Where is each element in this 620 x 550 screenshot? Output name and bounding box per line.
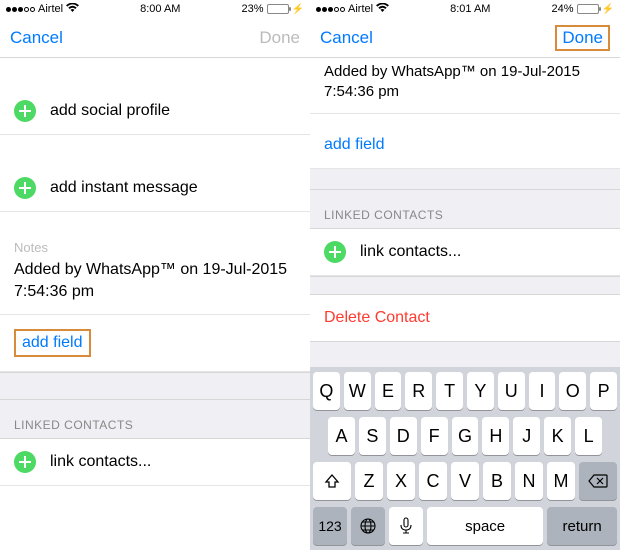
- nav-bar: Cancel Done: [0, 18, 310, 58]
- key-g[interactable]: G: [452, 417, 479, 455]
- cancel-button[interactable]: Cancel: [320, 28, 373, 48]
- status-bar: Airtel 8:00 AM 23% ⚡: [0, 0, 310, 18]
- carrier-label: Airtel: [38, 3, 63, 15]
- plus-icon: [14, 451, 36, 473]
- done-button[interactable]: Done: [562, 28, 603, 47]
- key-a[interactable]: A: [328, 417, 355, 455]
- highlight-annotation: add field: [14, 329, 91, 357]
- key-k[interactable]: K: [544, 417, 571, 455]
- key-j[interactable]: J: [513, 417, 540, 455]
- keyboard: Q W E R T Y U I O P A S D F G H J K L: [310, 367, 620, 550]
- notes-field[interactable]: Notes Added by WhatsApp™ on 19-Jul-2015 …: [0, 232, 310, 315]
- key-r[interactable]: R: [405, 372, 432, 410]
- key-b[interactable]: B: [483, 462, 511, 500]
- cancel-button[interactable]: Cancel: [10, 28, 63, 48]
- charging-icon: ⚡: [292, 4, 304, 15]
- charging-icon: ⚡: [602, 4, 614, 15]
- key-w[interactable]: W: [344, 372, 371, 410]
- row-label: link contacts...: [50, 453, 151, 471]
- key-q[interactable]: Q: [313, 372, 340, 410]
- add-field-button[interactable]: add field: [22, 334, 83, 351]
- mic-icon: [400, 517, 412, 535]
- key-i[interactable]: I: [529, 372, 556, 410]
- wifi-icon: [66, 3, 79, 16]
- notes-text[interactable]: Added by WhatsApp™ on 19-Jul-2015 7:54:3…: [310, 58, 620, 114]
- status-right: 24% ⚡: [552, 3, 614, 15]
- add-social-profile-row[interactable]: add social profile: [0, 88, 310, 135]
- key-dictation[interactable]: [389, 507, 423, 545]
- battery-icon: [267, 4, 289, 14]
- nav-bar: Cancel Done: [310, 18, 620, 58]
- key-return[interactable]: return: [547, 507, 617, 545]
- key-l[interactable]: L: [575, 417, 602, 455]
- key-x[interactable]: X: [387, 462, 415, 500]
- contact-edit-content: Added by WhatsApp™ on 19-Jul-2015 7:54:3…: [310, 58, 620, 550]
- key-t[interactable]: T: [436, 372, 463, 410]
- key-e[interactable]: E: [375, 372, 402, 410]
- wifi-icon: [376, 3, 389, 16]
- plus-icon: [14, 100, 36, 122]
- linked-contacts-header: LINKED CONTACTS: [310, 189, 620, 228]
- status-right: 23% ⚡: [242, 3, 304, 15]
- link-contacts-row[interactable]: link contacts...: [310, 228, 620, 276]
- key-z[interactable]: Z: [355, 462, 383, 500]
- keyboard-row-3: Z X C V B N M: [313, 462, 617, 500]
- plus-icon: [14, 177, 36, 199]
- backspace-icon: [588, 474, 608, 488]
- delete-contact-label: Delete Contact: [324, 309, 430, 326]
- signal-icon: [316, 7, 345, 12]
- screen-right: Airtel 8:01 AM 24% ⚡ Cancel Done Added b…: [310, 0, 620, 550]
- battery-pct: 23%: [242, 3, 264, 15]
- linked-contacts-header: LINKED CONTACTS: [0, 400, 310, 438]
- key-p[interactable]: P: [590, 372, 617, 410]
- key-y[interactable]: Y: [467, 372, 494, 410]
- keyboard-row-2: A S D F G H J K L: [313, 417, 617, 455]
- add-instant-message-row[interactable]: add instant message: [0, 165, 310, 212]
- key-n[interactable]: N: [515, 462, 543, 500]
- key-123[interactable]: 123: [313, 507, 347, 545]
- add-field-button[interactable]: add field: [324, 136, 385, 153]
- status-bar: Airtel 8:01 AM 24% ⚡: [310, 0, 620, 18]
- row-label: link contacts...: [360, 243, 461, 261]
- key-backspace[interactable]: [579, 462, 617, 500]
- status-left: Airtel: [6, 3, 79, 16]
- key-s[interactable]: S: [359, 417, 386, 455]
- key-c[interactable]: C: [419, 462, 447, 500]
- row-label: add instant message: [50, 179, 198, 197]
- contact-edit-content: add social profile add instant message N…: [0, 58, 310, 550]
- shift-icon: [324, 473, 340, 489]
- key-space[interactable]: space: [427, 507, 543, 545]
- battery-icon: [577, 4, 599, 14]
- key-h[interactable]: H: [482, 417, 509, 455]
- delete-contact-row[interactable]: Delete Contact: [310, 294, 620, 342]
- link-contacts-row[interactable]: link contacts...: [0, 438, 310, 486]
- status-time: 8:00 AM: [140, 3, 180, 15]
- keyboard-row-1: Q W E R T Y U I O P: [313, 372, 617, 410]
- key-f[interactable]: F: [421, 417, 448, 455]
- add-field-row: add field: [310, 114, 620, 169]
- row-label: add social profile: [50, 102, 170, 120]
- highlight-annotation: Done: [555, 25, 610, 51]
- key-m[interactable]: M: [547, 462, 575, 500]
- plus-icon: [324, 241, 346, 263]
- keyboard-row-4: 123 space return: [313, 507, 617, 545]
- key-o[interactable]: O: [559, 372, 586, 410]
- key-v[interactable]: V: [451, 462, 479, 500]
- notes-label: Notes: [14, 240, 296, 255]
- done-button-disabled: Done: [259, 28, 300, 48]
- status-left: Airtel: [316, 3, 389, 16]
- add-field-row: add field: [0, 315, 310, 371]
- key-shift[interactable]: [313, 462, 351, 500]
- globe-icon: [359, 517, 377, 535]
- key-u[interactable]: U: [498, 372, 525, 410]
- signal-icon: [6, 7, 35, 12]
- battery-pct: 24%: [552, 3, 574, 15]
- screen-left: Airtel 8:00 AM 23% ⚡ Cancel Done add soc…: [0, 0, 310, 550]
- key-globe[interactable]: [351, 507, 385, 545]
- carrier-label: Airtel: [348, 3, 373, 15]
- key-d[interactable]: D: [390, 417, 417, 455]
- status-time: 8:01 AM: [450, 3, 490, 15]
- notes-text: Added by WhatsApp™ on 19-Jul-2015 7:54:3…: [14, 259, 296, 302]
